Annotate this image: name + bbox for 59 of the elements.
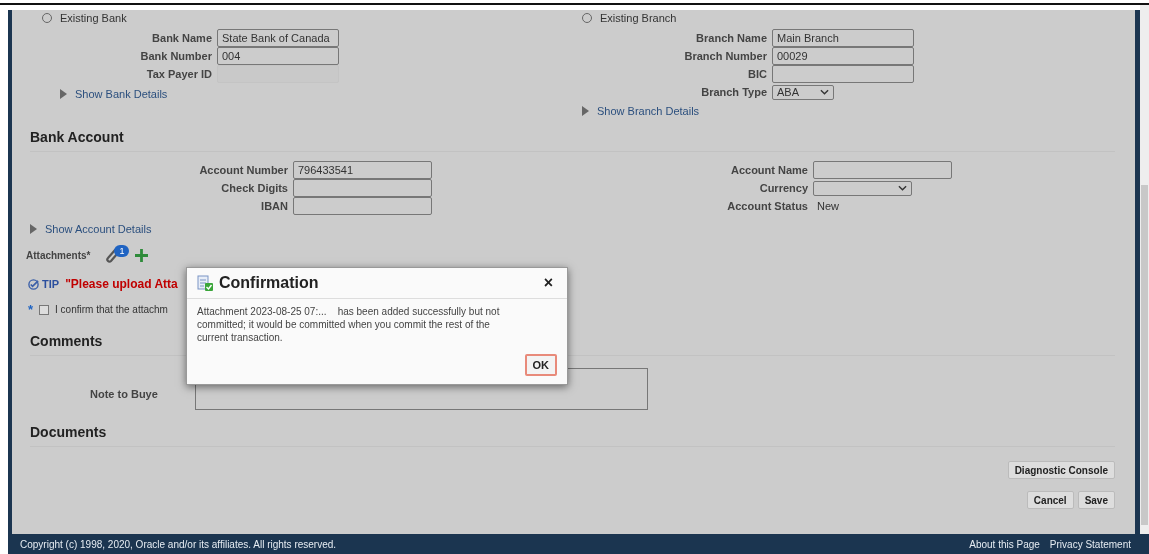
text-field[interactable] xyxy=(293,179,432,197)
chevron-down-icon xyxy=(898,185,907,191)
show-details-link[interactable]: Show Branch Details xyxy=(597,105,700,117)
dropdown[interactable] xyxy=(813,180,912,196)
field-label: Currency xyxy=(759,182,808,194)
check-circle-icon xyxy=(28,278,39,290)
show-details-link[interactable]: Show Bank Details xyxy=(75,88,168,100)
text-field[interactable]: Main Branch xyxy=(772,29,914,47)
text-field[interactable]: 796433541 xyxy=(293,161,432,179)
dialog-title: Confirmation xyxy=(219,274,320,292)
expand-triangle-icon[interactable] xyxy=(30,224,37,234)
copyright-text: Copyright (c) 1998, 2020, Oracle and/or its affiliates. All rights reserved. xyxy=(20,538,337,550)
field-label: BIC xyxy=(748,68,767,80)
field-value: New xyxy=(816,200,840,212)
footer-link[interactable]: Privacy Statement xyxy=(1049,538,1131,550)
text-field[interactable]: 004 xyxy=(217,47,339,65)
expand-triangle-icon[interactable] xyxy=(60,89,67,99)
radio-label: Existing Branch xyxy=(600,12,677,24)
scrollbar-thumb[interactable] xyxy=(1141,185,1148,525)
text-field[interactable] xyxy=(772,65,914,83)
expand-triangle-icon[interactable] xyxy=(582,106,589,116)
text-field[interactable] xyxy=(813,161,952,179)
field-label: Bank Name xyxy=(152,32,212,44)
tip-message: "Please upload Atta xyxy=(65,277,178,291)
attachments-label: Attachments* xyxy=(26,249,91,261)
text-field[interactable] xyxy=(293,197,432,215)
field-label: Account Number xyxy=(199,164,288,176)
ok-button[interactable]: OK xyxy=(524,354,557,376)
required-mark: * xyxy=(28,302,34,317)
field-label: Bank Number xyxy=(140,50,212,62)
chevron-down-icon xyxy=(820,89,829,95)
action-button[interactable]: Cancel xyxy=(1026,491,1074,509)
radio-label: Existing Bank xyxy=(60,12,127,24)
section-heading: Bank Account xyxy=(30,129,1115,152)
section-heading: Documents xyxy=(30,424,1115,447)
close-button[interactable]: × xyxy=(539,274,557,292)
field-label: Account Status xyxy=(727,200,808,212)
paperclip-icon[interactable] xyxy=(104,247,119,263)
field-label: Note to Buye xyxy=(90,388,159,400)
action-button[interactable]: Save xyxy=(1077,491,1115,509)
document-check-icon xyxy=(197,275,213,291)
checkbox-label: I confirm that the attachm xyxy=(55,304,168,315)
tip-label: TIP xyxy=(42,278,60,290)
diagnostic-console-button[interactable]: Diagnostic Console xyxy=(1007,461,1115,479)
text-field[interactable]: State Bank of Canada xyxy=(217,29,339,47)
field-label: Branch Type xyxy=(701,86,767,98)
footer-link[interactable]: About this Page xyxy=(969,538,1040,550)
field-label: Branch Name xyxy=(696,32,767,44)
checkbox[interactable] xyxy=(39,304,50,315)
dropdown[interactable]: ABA xyxy=(772,84,834,100)
field-label: Check Digits xyxy=(221,182,288,194)
show-details-link[interactable]: Show Account Details xyxy=(45,223,152,235)
field-label: Tax Payer ID xyxy=(146,68,212,80)
text-field[interactable]: 00029 xyxy=(772,47,914,65)
field-label: Account Name xyxy=(730,164,808,176)
add-icon[interactable] xyxy=(135,248,149,262)
count-badge: 1 xyxy=(114,245,130,257)
field-label: Branch Number xyxy=(684,50,767,62)
field-label: IBAN xyxy=(261,200,288,212)
